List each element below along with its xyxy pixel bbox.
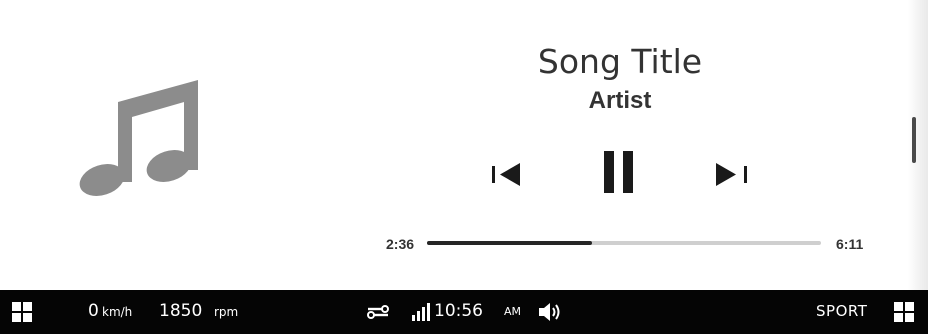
music-note-icon — [74, 78, 204, 198]
song-title: Song Title — [537, 42, 703, 81]
apps-grid-icon[interactable] — [894, 302, 914, 322]
pause-icon — [601, 149, 637, 195]
signal-bars-icon — [411, 302, 431, 322]
progress-bar-fill — [427, 241, 593, 245]
rpm-value: 1850 — [159, 301, 203, 321]
rpm-unit: rpm — [214, 305, 239, 319]
artist-name: Artist — [588, 87, 652, 114]
connection-icon — [366, 304, 390, 320]
scrollbar-thumb[interactable] — [912, 117, 916, 163]
media-player-screen: Song Title Artist 2:36 6:11 0 km/h 1850 … — [0, 0, 928, 334]
skip-previous-icon — [489, 160, 523, 188]
total-time: 6:11 — [836, 236, 864, 252]
status-bar: 0 km/h 1850 rpm 10:56 AM SPORT — [0, 290, 928, 334]
next-track-button[interactable] — [713, 160, 751, 188]
skip-next-icon — [713, 160, 751, 188]
drive-mode-label[interactable]: SPORT — [816, 301, 867, 321]
previous-track-button[interactable] — [489, 160, 523, 188]
apps-grid-icon[interactable] — [12, 302, 32, 322]
progress-bar[interactable] — [427, 241, 821, 245]
elapsed-time: 2:36 — [386, 236, 415, 252]
scrollbar-track[interactable] — [908, 0, 928, 290]
clock-ampm: AM — [504, 305, 522, 318]
volume-icon[interactable] — [538, 301, 564, 323]
clock-time: 10:56 — [434, 301, 483, 321]
speed-unit: km/h — [102, 305, 133, 319]
speed-value: 0 — [88, 301, 99, 321]
pause-button[interactable] — [601, 149, 637, 195]
